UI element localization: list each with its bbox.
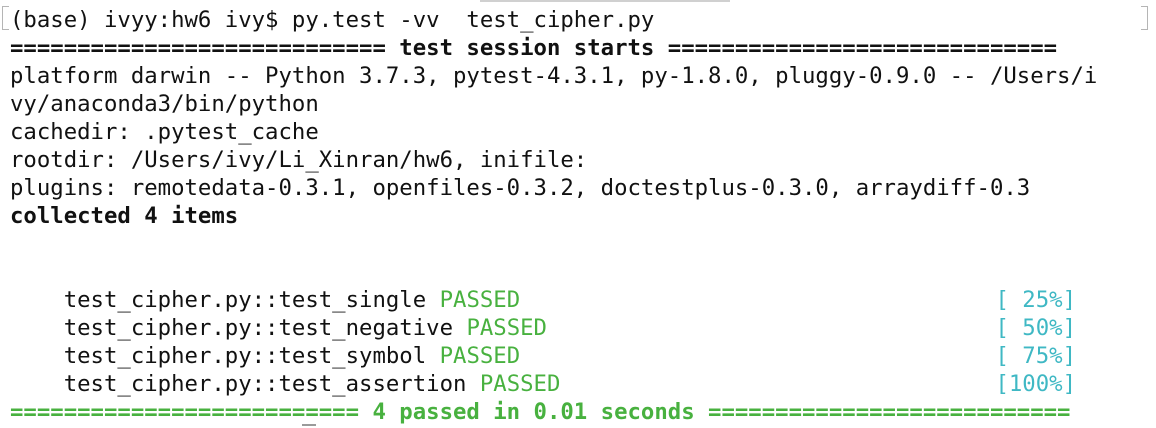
session-start-header: ============================ test sessio… [10,35,1058,61]
selection-bracket-left [2,6,9,30]
platform-line-continued: vy/anaconda3/bin/python [10,91,319,117]
text-cursor [302,424,316,426]
test-result-row: test_cipher.py::test_negative PASSED[ 50… [10,286,1116,341]
test-result-row: test_cipher.py::test_assertion PASSED [10… [10,342,1116,397]
collected-line: collected 4 items [10,203,239,229]
test-result-row: test_cipher.py::test_symbol PASSED[ 75%] [10,314,1116,369]
terminal-window[interactable]: (base) ivyy:hw6 ivy$ py.test -vv test_ci… [0,0,1156,428]
test-progress: [100%] [995,371,1076,397]
test-result-row: test_cipher.py::test_single PASSED[ 25%] [10,258,1116,313]
platform-line: platform darwin -- Python 3.7.3, pytest-… [10,63,1098,89]
selection-bracket-right [1141,6,1148,30]
summary-line: ========================== 4 passed in 0… [10,399,1071,425]
scrolled-text-remnant [480,0,730,2]
prompt-line: (base) ivyy:hw6 ivy$ py.test -vv test_ci… [10,7,655,33]
cachedir-line: cachedir: .pytest_cache [10,119,319,145]
rootdir-line: rootdir: /Users/ivy/Li_Xinran/hw6, inifi… [10,147,588,173]
test-name: test_cipher.py::test_assertion [63,371,467,397]
test-status: PASSED [479,371,561,397]
plugins-line: plugins: remotedata-0.3.1, openfiles-0.3… [10,175,1031,201]
